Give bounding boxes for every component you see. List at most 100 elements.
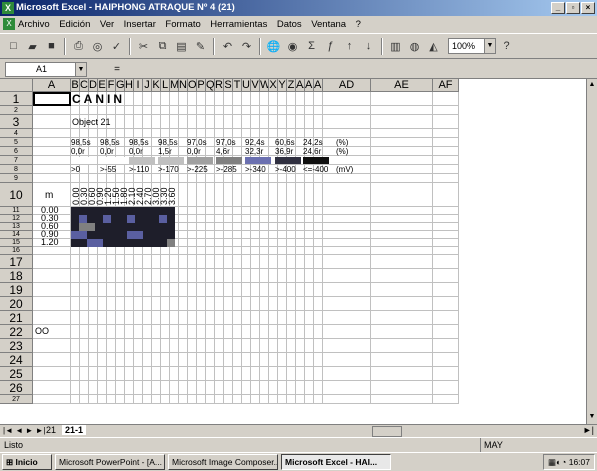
column-header-s[interactable]: S <box>224 79 233 92</box>
new-icon[interactable]: □ <box>5 38 22 55</box>
column-header-ae[interactable]: AE <box>371 79 433 92</box>
select-all-corner[interactable] <box>0 79 33 92</box>
column-header-u[interactable]: U <box>242 79 251 92</box>
row-header-23[interactable]: 23 <box>0 339 33 353</box>
scroll-right-icon[interactable]: ►| <box>583 425 594 435</box>
vertical-scrollbar[interactable] <box>586 79 597 424</box>
row-header-24[interactable]: 24 <box>0 353 33 367</box>
row-header-5[interactable]: 5 <box>0 138 33 147</box>
row-header-7[interactable]: 7 <box>0 156 33 165</box>
minimize-button[interactable]: _ <box>551 2 565 14</box>
column-header-g[interactable]: G <box>116 79 125 92</box>
menu-help[interactable]: ? <box>356 19 361 30</box>
chevron-down-icon[interactable]: ▼ <box>75 63 86 76</box>
hyperlink-icon[interactable]: 🌐 <box>265 38 282 55</box>
column-header-l[interactable]: L <box>161 79 170 92</box>
row-header-9[interactable]: 9 <box>0 174 33 183</box>
column-header-p[interactable]: P <box>197 79 206 92</box>
format-painter-icon[interactable]: ✎ <box>192 38 209 55</box>
column-header-w[interactable]: W <box>260 79 269 92</box>
column-header-b[interactable]: B <box>71 79 80 92</box>
worksheet-grid[interactable]: ABCDEFGHIJKLMNOPQRSTUVWXYZAAABACADAEAF12… <box>0 79 597 424</box>
name-box[interactable]: A1 ▼ <box>5 62 87 77</box>
edit-formula-button[interactable]: = <box>110 63 124 76</box>
row-header-2[interactable]: 2 <box>0 106 33 115</box>
row-header-27[interactable]: 27 <box>0 395 33 404</box>
menu-ventana[interactable]: Ventana <box>311 19 346 30</box>
drawing-icon[interactable]: ◭ <box>425 38 442 55</box>
column-header-k[interactable]: K <box>152 79 161 92</box>
row-header-25[interactable]: 25 <box>0 367 33 381</box>
column-header-ab[interactable]: AB <box>305 79 314 92</box>
row-header-3[interactable]: 3 <box>0 115 33 129</box>
column-header-m[interactable]: M <box>170 79 179 92</box>
tab-scroll-buttons[interactable]: |◄ ◄ ► ►| <box>3 426 46 435</box>
column-header-f[interactable]: F <box>107 79 116 92</box>
start-button[interactable]: ⊞ Inicio <box>2 454 52 470</box>
menu-herramientas[interactable]: Herramientas <box>210 19 267 30</box>
row-header-22[interactable]: 22 <box>0 325 33 339</box>
column-header-n[interactable]: N <box>179 79 188 92</box>
chart-wizard-icon[interactable]: ▥ <box>387 38 404 55</box>
row-header-6[interactable]: 6 <box>0 147 33 156</box>
print-icon[interactable]: ⎙ <box>70 38 87 55</box>
copy-icon[interactable]: ⧉ <box>154 38 171 55</box>
row-header-13[interactable]: 13 <box>0 223 33 231</box>
sort-descending-icon[interactable]: ↓ <box>360 38 377 55</box>
redo-icon[interactable]: ↷ <box>238 38 255 55</box>
row-header-17[interactable]: 17 <box>0 255 33 269</box>
undo-icon[interactable]: ↶ <box>219 38 236 55</box>
open-icon[interactable]: ▰ <box>24 38 41 55</box>
menu-formato[interactable]: Formato <box>165 19 200 30</box>
column-header-i[interactable]: I <box>134 79 143 92</box>
row-header-14[interactable]: 14 <box>0 231 33 239</box>
tab-21-1[interactable]: 21-1 <box>62 425 87 435</box>
row-header-1[interactable]: 1 <box>0 92 33 106</box>
autosum-icon[interactable]: Σ <box>303 38 320 55</box>
column-header-t[interactable]: T <box>233 79 242 92</box>
row-header-10[interactable]: 10 <box>0 183 33 207</box>
column-header-q[interactable]: Q <box>206 79 215 92</box>
spelling-icon[interactable]: ✓ <box>108 38 125 55</box>
column-header-af[interactable]: AF <box>433 79 459 92</box>
column-header-z[interactable]: Z <box>287 79 296 92</box>
menu-insertar[interactable]: Insertar <box>124 19 156 30</box>
row-header-16[interactable]: 16 <box>0 247 33 255</box>
row-header-8[interactable]: 8 <box>0 165 33 174</box>
excel-icon[interactable]: X <box>2 2 14 14</box>
row-header-18[interactable]: 18 <box>0 269 33 283</box>
task-excel[interactable]: Microsoft Excel - HAI... <box>281 454 391 470</box>
close-button[interactable]: × <box>581 2 595 14</box>
column-header-e[interactable]: E <box>98 79 107 92</box>
menu-edicion[interactable]: Edición <box>59 19 90 30</box>
row-header-21[interactable]: 21 <box>0 311 33 325</box>
chevron-down-icon[interactable]: ▼ <box>484 39 495 53</box>
row-header-26[interactable]: 26 <box>0 381 33 395</box>
active-cell[interactable] <box>33 92 71 106</box>
zoom-select[interactable]: 100% ▼ <box>448 38 496 54</box>
sort-ascending-icon[interactable]: ↑ <box>341 38 358 55</box>
scroll-down-icon[interactable]: ▼ <box>587 412 597 422</box>
row-header-19[interactable]: 19 <box>0 283 33 297</box>
menu-ver[interactable]: Ver <box>100 19 114 30</box>
scroll-up-icon[interactable]: ▲ <box>587 80 597 90</box>
print-preview-icon[interactable]: ◎ <box>89 38 106 55</box>
function-icon[interactable]: ƒ <box>322 38 339 55</box>
column-header-ad[interactable]: AD <box>323 79 371 92</box>
menu-datos[interactable]: Datos <box>277 19 302 30</box>
horizontal-scrollbar[interactable] <box>372 426 402 437</box>
paste-icon[interactable]: ▤ <box>173 38 190 55</box>
column-header-r[interactable]: R <box>215 79 224 92</box>
tray-icons[interactable]: ▦◐◔ <box>548 457 569 467</box>
row-header-15[interactable]: 15 <box>0 239 33 247</box>
column-header-c[interactable]: C <box>80 79 89 92</box>
task-image-composer[interactable]: Microsoft Image Composer... <box>168 454 278 470</box>
column-header-aa[interactable]: AA <box>296 79 305 92</box>
map-icon[interactable]: ◍ <box>406 38 423 55</box>
column-header-y[interactable]: Y <box>278 79 287 92</box>
web-toolbar-icon[interactable]: ◉ <box>284 38 301 55</box>
column-header-ac[interactable]: AC <box>314 79 323 92</box>
column-header-a[interactable]: A <box>33 79 71 92</box>
task-powerpoint[interactable]: Microsoft PowerPoint - [A... <box>55 454 165 470</box>
tab-21[interactable]: 21 <box>46 425 56 435</box>
